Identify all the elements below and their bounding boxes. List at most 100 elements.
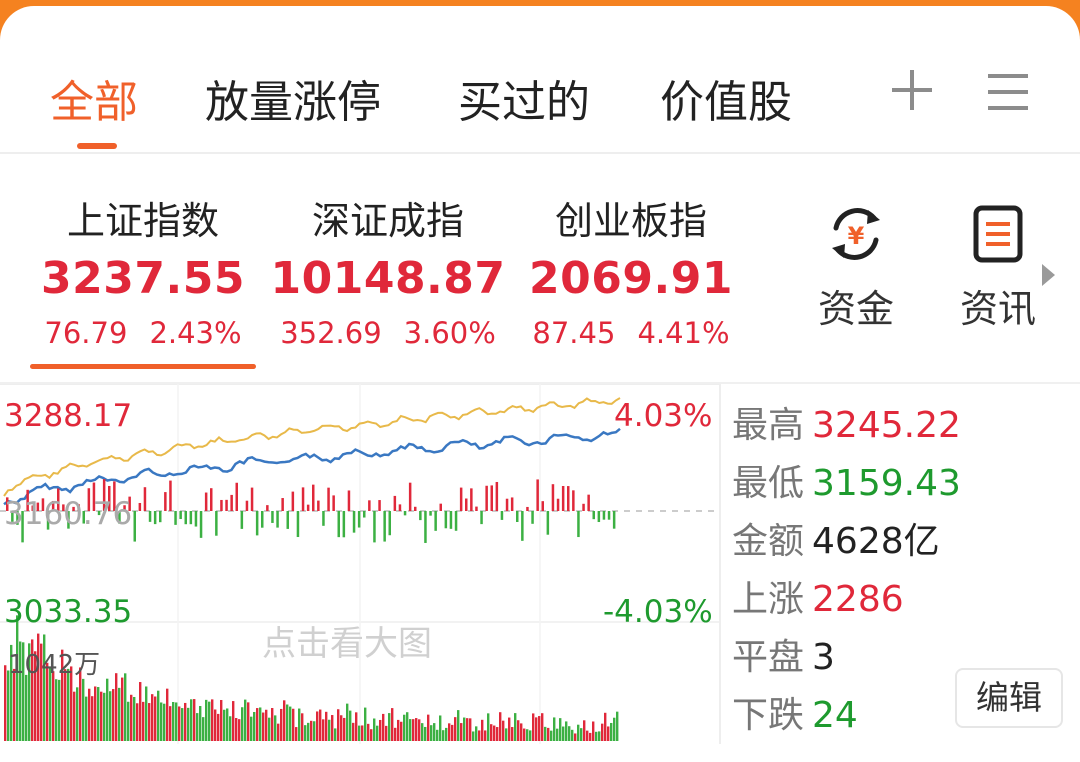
volume-bar bbox=[523, 728, 526, 741]
volume-bar bbox=[244, 699, 247, 741]
breadth-bar bbox=[332, 495, 335, 511]
volume-bar bbox=[589, 732, 592, 741]
breadth-bar bbox=[337, 511, 340, 538]
view-large-chart-hint[interactable]: 点击看大图 bbox=[262, 616, 432, 665]
volume-bar bbox=[301, 713, 304, 741]
volume-bar bbox=[562, 726, 565, 741]
breadth-bar bbox=[179, 511, 182, 520]
breadth-bar bbox=[388, 511, 391, 536]
volume-bar bbox=[409, 719, 412, 741]
volume-bar bbox=[166, 688, 169, 741]
breadth-bar bbox=[373, 511, 376, 543]
volume-bar bbox=[199, 706, 202, 741]
breadth-bar bbox=[577, 511, 580, 538]
scroll-right-icon[interactable] bbox=[1042, 264, 1055, 286]
breadth-bar bbox=[357, 511, 361, 528]
volume-bar bbox=[556, 728, 559, 741]
intraday-chart[interactable] bbox=[0, 384, 722, 744]
add-tab-icon[interactable] bbox=[890, 68, 934, 112]
volume-bar bbox=[283, 700, 286, 741]
volume-bar bbox=[97, 687, 100, 741]
volume-bar bbox=[82, 678, 85, 741]
index-shenzhen[interactable]: 深证成指 10148.87 352.69 3.60% bbox=[270, 190, 506, 350]
stat-key: 金额 bbox=[732, 521, 805, 562]
stat-key: 上涨 bbox=[732, 579, 805, 620]
volume-bar bbox=[55, 679, 58, 741]
volume-bar bbox=[574, 733, 577, 741]
volume-bar bbox=[526, 729, 529, 741]
breadth-bar bbox=[204, 492, 208, 511]
volume-bar bbox=[292, 708, 295, 741]
volume-bar bbox=[52, 671, 55, 741]
breadth-bar bbox=[408, 482, 412, 511]
edit-button[interactable]: 编辑 bbox=[955, 668, 1063, 728]
volume-bar bbox=[457, 710, 460, 741]
breadth-bar bbox=[602, 511, 606, 520]
volume-bar bbox=[463, 717, 466, 741]
volume-bar bbox=[397, 719, 400, 741]
volume-bar bbox=[373, 718, 376, 741]
volume-bar bbox=[472, 731, 475, 741]
volume-bar bbox=[124, 673, 127, 741]
breadth-bar bbox=[245, 500, 249, 511]
volume-bar bbox=[427, 714, 430, 741]
volume-bar bbox=[514, 713, 517, 741]
breadth-bar bbox=[505, 498, 509, 511]
volume-bar bbox=[493, 725, 496, 741]
volume-bar bbox=[481, 719, 484, 741]
breadth-bar bbox=[276, 511, 279, 528]
volume-bar bbox=[91, 696, 94, 741]
breadth-bar bbox=[378, 500, 381, 511]
index-chinext[interactable]: 创业板指 2069.91 87.45 4.41% bbox=[518, 190, 744, 350]
breadth-bar bbox=[485, 485, 488, 511]
tab-all[interactable]: 全部 bbox=[50, 66, 138, 130]
volume-bar bbox=[337, 709, 340, 741]
tab-volume-limit-up[interactable]: 放量涨停 bbox=[205, 66, 381, 130]
breadth-bar bbox=[607, 511, 611, 520]
tab-value-stocks[interactable]: 价值股 bbox=[660, 66, 792, 130]
breadth-bar bbox=[301, 487, 305, 511]
volume-bar bbox=[175, 702, 178, 741]
breadth-bar bbox=[184, 511, 187, 525]
volume-bar bbox=[382, 713, 385, 741]
breadth-bar bbox=[454, 511, 458, 531]
breadth-bar bbox=[510, 497, 514, 511]
yuan-exchange-icon: ¥ bbox=[832, 208, 880, 260]
breadth-bar bbox=[225, 499, 228, 511]
breadth-bar bbox=[556, 498, 560, 511]
news-button[interactable]: 资讯 bbox=[950, 204, 1046, 333]
stat-key: 最高 bbox=[732, 405, 805, 446]
volume-bar bbox=[178, 706, 181, 741]
index-name: 创业板指 bbox=[554, 199, 707, 243]
volume-bar bbox=[76, 687, 79, 741]
stat-key: 下跌 bbox=[732, 695, 805, 736]
volume-bar bbox=[94, 686, 97, 741]
breadth-bar bbox=[419, 511, 422, 521]
volume-bar bbox=[421, 723, 424, 741]
volume-bar bbox=[376, 725, 379, 741]
breadth-bar bbox=[597, 511, 601, 523]
fund-flow-button[interactable]: ¥ 资金 bbox=[808, 204, 904, 333]
breadth-bar bbox=[174, 511, 177, 525]
breadth-bar bbox=[291, 491, 295, 511]
index-shanghai[interactable]: 上证指数 3237.55 76.79 2.43% bbox=[30, 190, 256, 350]
menu-icon[interactable] bbox=[988, 72, 1028, 112]
volume-bar bbox=[568, 726, 571, 741]
tab-bought[interactable]: 买过的 bbox=[458, 66, 590, 130]
breadth-bar bbox=[153, 511, 157, 525]
volume-bar bbox=[412, 719, 415, 741]
volume-bar bbox=[73, 691, 76, 741]
volume-bar bbox=[538, 716, 541, 741]
volume-bar bbox=[496, 727, 499, 741]
stat-amount: 金额 4628亿 bbox=[732, 512, 940, 564]
chart-base-label: 3160.76 bbox=[4, 496, 133, 532]
volume-bar bbox=[571, 729, 574, 741]
volume-bar bbox=[559, 718, 562, 741]
breadth-bar bbox=[500, 511, 504, 520]
breadth-bar bbox=[490, 485, 493, 511]
volume-bar bbox=[139, 682, 142, 741]
volume-bar bbox=[265, 709, 268, 741]
volume-bar bbox=[334, 728, 337, 741]
volume-bar bbox=[430, 725, 433, 741]
breadth-bar bbox=[266, 505, 269, 511]
